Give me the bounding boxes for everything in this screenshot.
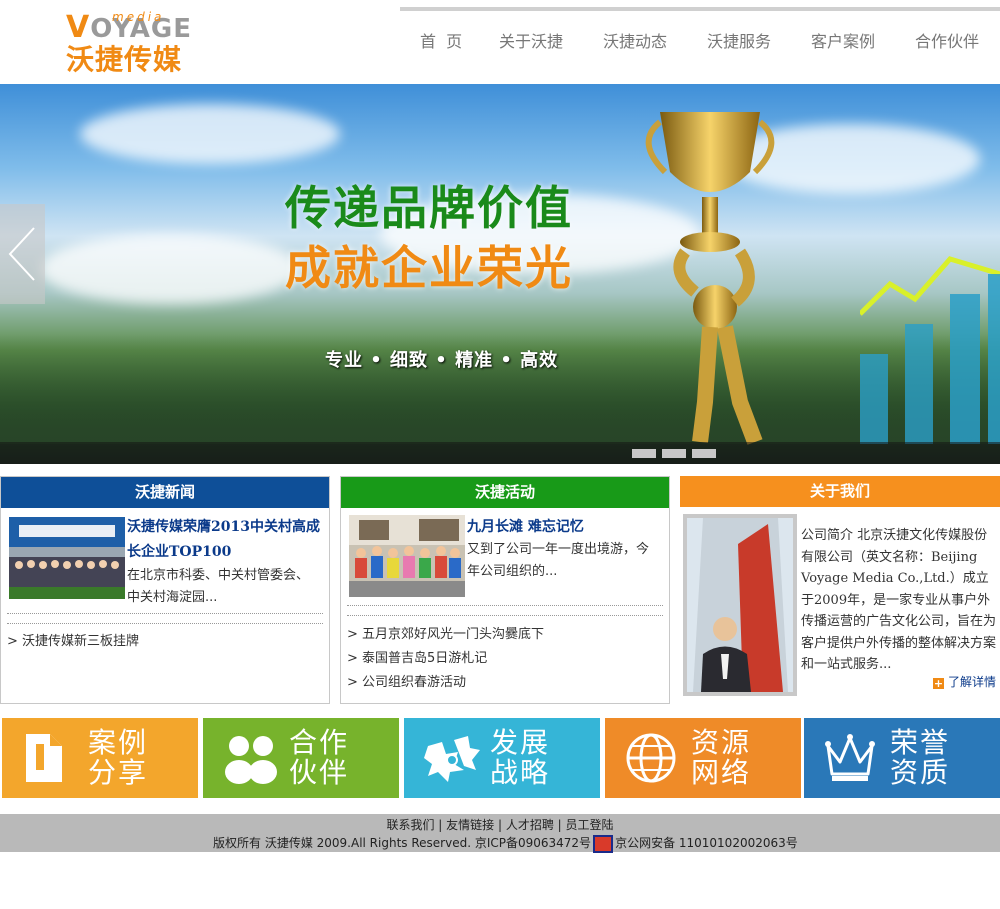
logo-chinese: 沃捷传媒 — [66, 43, 183, 76]
divider — [7, 623, 323, 624]
site-logo[interactable]: VOYAGE media 沃捷传媒 — [66, 10, 196, 76]
footer-links: 联系我们 | 友情链接 | 人才招聘 | 员工登陆 — [0, 816, 1000, 833]
site-header: VOYAGE media 沃捷传媒 首 页 关于沃捷 沃捷动态 沃捷服务 客户案… — [0, 0, 1000, 84]
tile-label-line: 伙伴 — [289, 756, 350, 789]
separator: | — [434, 818, 447, 832]
banner-prev-button[interactable] — [0, 204, 45, 304]
nav-top-rule — [400, 7, 1000, 11]
about-panel-heading[interactable]: 关于我们 — [680, 476, 1000, 507]
activity-list-item[interactable]: > 泰国普吉岛5日游札记 — [347, 647, 487, 666]
document-icon — [26, 734, 62, 782]
activity-featured-summary: 又到了公司一年一度出境游，今 年公司组织的... — [467, 539, 649, 583]
news-summary-line: 在北京市科委、中关村管委会、 — [127, 568, 310, 583]
banner-dot[interactable] — [632, 449, 656, 458]
holly-icon — [424, 736, 480, 782]
activity-featured-title[interactable]: 九月长滩 难忘记忆 — [467, 515, 584, 540]
activity-list-item[interactable]: > 五月京郊好风光一门头沟爨底下 — [347, 623, 544, 642]
footer-link-friends[interactable]: 友情链接 — [446, 818, 494, 832]
hero-banner[interactable]: 传递品牌价值 成就企业荣光 专业 • 细致 • 精准 • 高效 — [0, 84, 1000, 464]
footer-link-contact[interactable]: 联系我们 — [386, 818, 434, 832]
cloud — [40, 234, 300, 304]
banner-slogan: 专业 • 细致 • 精准 • 高效 — [325, 350, 559, 371]
activity-summary-line: 又到了公司一年一度出境游，今 — [467, 542, 650, 557]
tile-label-line: 资质 — [890, 756, 951, 789]
nav-news[interactable]: 沃捷动态 — [603, 28, 707, 52]
separator: | — [494, 818, 506, 832]
activity-panel-heading[interactable]: 沃捷活动 — [341, 477, 669, 508]
tile-label-line: 资源 — [691, 726, 752, 759]
about-summary: 公司简介 北京沃捷文化传媒股份有限公司（英文名称：Beijing Voyage … — [801, 528, 997, 672]
tile-label-line: 分享 — [88, 756, 149, 789]
nav-services[interactable]: 沃捷服务 — [707, 28, 811, 52]
divider — [347, 605, 663, 606]
tile-label-line: 网络 — [691, 756, 752, 789]
banner-title-1: 传递品牌价值 — [285, 181, 573, 235]
tile-label-line: 案例 — [88, 726, 149, 759]
activity-panel: 沃捷活动 九月长滩 难忘记忆 又到了公司一年一度出境游，今 年公司组织的... … — [340, 476, 670, 704]
about-more-label: 了解详情 — [948, 675, 997, 689]
news-featured-title[interactable]: 沃捷传媒荣膺2013中关村高成 长企业TOP100 — [127, 515, 320, 565]
news-panel: 沃捷新闻 沃捷传媒荣膺2013中关村高成 长企业TOP100 在北京市科委、中关… — [0, 476, 330, 704]
nav-home[interactable]: 首 页 — [420, 28, 499, 52]
tile-strategy[interactable]: 发展 战略 — [404, 718, 600, 798]
activity-thumbnail[interactable] — [349, 515, 465, 597]
chevron-left-icon — [8, 227, 35, 281]
police-badge-icon[interactable] — [593, 834, 614, 853]
trophy-figure — [645, 112, 775, 445]
news-thumbnail[interactable] — [9, 517, 125, 599]
police-record-text: 京公网安备 11010102002063号 — [615, 836, 798, 850]
partners-icon — [225, 736, 277, 784]
site-footer: 联系我们 | 友情链接 | 人才招聘 | 员工登陆 版权所有 沃捷传媒 2009… — [0, 814, 1000, 853]
footer-link-staff-login[interactable]: 员工登陆 — [566, 818, 614, 832]
news-list-item[interactable]: > 沃捷传媒新三板挂牌 — [7, 630, 139, 649]
tile-honors[interactable]: 荣誉 资质 — [804, 718, 1000, 798]
tile-case-share[interactable]: 案例 分享 — [2, 718, 198, 798]
footer-link-jobs[interactable]: 人才招聘 — [506, 818, 554, 832]
nav-partners[interactable]: 合作伙伴 — [915, 28, 999, 52]
tile-partners[interactable]: 合作 伙伴 — [203, 718, 399, 798]
tile-label-line: 合作 — [289, 726, 350, 759]
news-panel-heading[interactable]: 沃捷新闻 — [1, 477, 329, 508]
crown-icon — [825, 734, 875, 781]
tile-label-line: 荣誉 — [890, 726, 951, 759]
tile-label-line: 发展 — [490, 726, 551, 759]
tile-label-line: 战略 — [490, 756, 551, 789]
tile-label: 资源 网络 — [691, 728, 751, 788]
growth-chart-graphic — [860, 256, 1000, 444]
tile-label: 发展 战略 — [490, 728, 550, 788]
about-more-link[interactable]: + 了解详情 — [933, 673, 996, 690]
nav-about[interactable]: 关于沃捷 — [499, 28, 603, 52]
news-featured-title-line: 沃捷传媒荣膺2013中关村高成 — [127, 519, 320, 535]
news-summary-line: 中关村海淀园... — [127, 590, 218, 605]
logo-media: media — [112, 10, 165, 24]
banner-title-2: 成就企业荣光 — [285, 241, 573, 295]
tile-label: 案例 分享 — [88, 728, 148, 788]
banner-pagination — [632, 449, 716, 458]
about-panel: 关于我们 公司简介 北京沃捷文化传媒股份有限公司（英文名称：Beijing Vo… — [680, 476, 1000, 704]
banner-caption-strip — [0, 442, 1000, 464]
plus-icon: + — [933, 677, 944, 690]
about-photo — [683, 514, 797, 696]
copyright-text: 版权所有 沃捷传媒 2009.All Rights Reserved. 京ICP… — [213, 836, 592, 850]
tile-resources[interactable]: 资源 网络 — [605, 718, 801, 798]
activity-summary-line: 年公司组织的... — [467, 564, 558, 579]
cloud — [80, 104, 340, 164]
main-nav: 首 页 关于沃捷 沃捷动态 沃捷服务 客户案例 合作伙伴 — [400, 28, 1000, 52]
news-featured-summary: 在北京市科委、中关村管委会、 中关村海淀园... — [127, 565, 309, 609]
divider — [347, 615, 663, 616]
footer-copyright: 版权所有 沃捷传媒 2009.All Rights Reserved. 京ICP… — [213, 834, 798, 853]
separator: | — [553, 818, 566, 832]
tile-label: 荣誉 资质 — [890, 728, 950, 788]
tile-label: 合作 伙伴 — [289, 728, 349, 788]
globe-icon — [626, 733, 676, 783]
activity-list-item[interactable]: > 公司组织春游活动 — [347, 671, 466, 690]
banner-dot[interactable] — [662, 449, 686, 458]
news-featured-title-line: 长企业TOP100 — [127, 544, 232, 560]
banner-dot[interactable] — [692, 449, 716, 458]
divider — [7, 613, 323, 614]
nav-cases[interactable]: 客户案例 — [811, 28, 915, 52]
